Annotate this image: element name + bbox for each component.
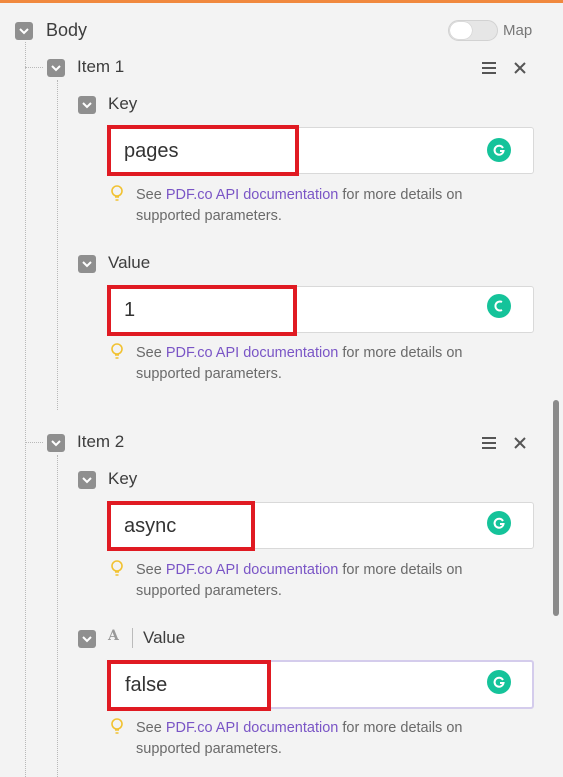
close-icon[interactable]: [513, 436, 527, 450]
value-2-value: false: [125, 674, 168, 696]
docs-link[interactable]: PDF.co API documentation: [166, 562, 339, 578]
scrollbar-thumb[interactable]: [553, 400, 559, 616]
item-2-label: Item 2: [77, 432, 125, 451]
hint-prefix: See: [136, 187, 166, 203]
close-icon[interactable]: [513, 61, 527, 75]
value-1-collapse-toggle[interactable]: [78, 255, 96, 273]
key-2-collapse-toggle[interactable]: [78, 471, 96, 489]
tree-guide: [25, 42, 26, 777]
tree-guide: [57, 455, 58, 777]
chevron-down-icon: [19, 28, 29, 35]
map-label: Map: [503, 22, 533, 39]
lightbulb-icon: [111, 185, 123, 201]
separator: [132, 628, 133, 648]
value-1-label: Value: [108, 253, 151, 272]
key-2-label: Key: [108, 469, 138, 488]
text-type-icon[interactable]: A: [108, 628, 119, 644]
docs-link[interactable]: PDF.co API documentation: [166, 345, 339, 361]
value-2-hint: See PDF.co API documentation for more de…: [136, 718, 526, 760]
tree-guide: [57, 80, 58, 410]
key-1-collapse-toggle[interactable]: [78, 96, 96, 114]
grammarly-icon[interactable]: [487, 294, 511, 318]
tree-guide: [25, 442, 43, 443]
docs-link[interactable]: PDF.co API documentation: [166, 720, 339, 736]
map-toggle[interactable]: [448, 20, 498, 41]
key-2-hint: See PDF.co API documentation for more de…: [136, 560, 526, 602]
top-accent-strip: [0, 0, 563, 3]
value-2-collapse-toggle[interactable]: [78, 630, 96, 648]
hint-prefix: See: [136, 720, 166, 736]
key-1-label: Key: [108, 94, 138, 113]
grammarly-icon[interactable]: [487, 511, 511, 535]
item-1-label: Item 1: [77, 57, 125, 76]
key-1-value: pages: [124, 140, 179, 162]
value-1-input[interactable]: 1: [107, 286, 534, 333]
key-2-value: async: [124, 515, 177, 537]
value-1-value: 1: [124, 299, 136, 321]
lightbulb-icon: [111, 343, 123, 359]
chevron-down-icon: [82, 102, 92, 109]
body-label: Body: [46, 20, 88, 40]
body-collapse-toggle[interactable]: [15, 22, 33, 40]
tree-guide: [25, 67, 43, 68]
chevron-down-icon: [82, 261, 92, 268]
map-toggle-knob: [450, 22, 472, 39]
item-1-collapse-toggle[interactable]: [47, 59, 65, 77]
hint-prefix: See: [136, 345, 166, 361]
key-2-input[interactable]: async: [107, 502, 534, 549]
hint-prefix: See: [136, 562, 166, 578]
drag-handle-icon[interactable]: [481, 435, 497, 451]
value-1-hint: See PDF.co API documentation for more de…: [136, 343, 526, 385]
lightbulb-icon: [111, 718, 123, 734]
grammarly-icon[interactable]: [487, 670, 511, 694]
chevron-down-icon: [51, 65, 61, 72]
chevron-down-icon: [51, 440, 61, 447]
value-2-input[interactable]: false: [107, 660, 534, 709]
drag-handle-icon[interactable]: [481, 60, 497, 76]
docs-link[interactable]: PDF.co API documentation: [166, 187, 339, 203]
lightbulb-icon: [111, 560, 123, 576]
chevron-down-icon: [82, 477, 92, 484]
item-2-collapse-toggle[interactable]: [47, 434, 65, 452]
chevron-down-icon: [82, 636, 92, 643]
key-1-hint: See PDF.co API documentation for more de…: [136, 185, 526, 227]
key-1-input[interactable]: pages: [107, 127, 534, 174]
grammarly-icon[interactable]: [487, 138, 511, 162]
value-2-label: Value: [143, 628, 186, 647]
